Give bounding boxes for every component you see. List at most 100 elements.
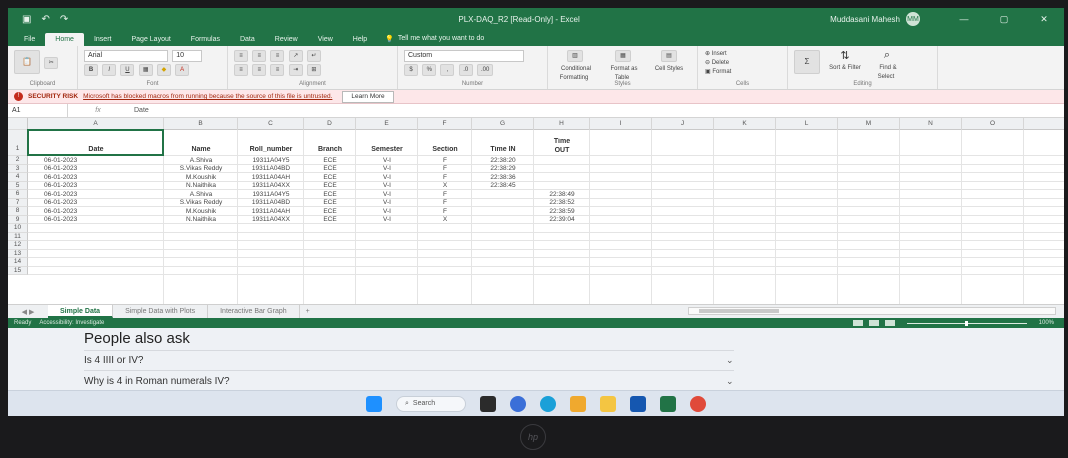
table-cell[interactable]: 22:38:20 [472,157,534,165]
row-header-15[interactable]: 15 [8,266,28,275]
table-cell[interactable]: ECE [304,191,356,199]
tab-insert[interactable]: Insert [84,33,122,46]
table-cell[interactable]: F [418,174,472,182]
table-cell[interactable]: A.Shiva [164,157,238,165]
row-header-6[interactable]: 6 [8,190,28,199]
excel-icon[interactable] [660,395,676,412]
autosum-icon[interactable]: Σ [794,50,820,74]
table-cell[interactable]: 19311A04XX [238,182,304,190]
row-header-5[interactable]: 5 [8,181,28,190]
table-cell[interactable]: 19311A04Y5 [238,157,304,165]
fill-color-icon[interactable]: ◆ [156,64,171,76]
header-section[interactable]: Section [418,146,472,154]
row-header-10[interactable]: 10 [8,224,28,233]
row-header-3[interactable]: 3 [8,164,28,173]
table-cell[interactable]: 22:38:49 [534,191,590,199]
question-item[interactable]: Why is 4 in Roman numerals IV? [84,376,230,387]
copilot-icon[interactable] [510,395,526,412]
table-cell[interactable]: 06-01-2023 [28,174,164,182]
percent-icon[interactable]: % [422,64,437,76]
name-box[interactable]: A1 [8,104,68,117]
spreadsheet-grid[interactable]: ABCDEFGHIJKLMNO 1 2 3 4 5 6 7 8 9 10 11 12 13 14 15 Dat… [8,118,1064,304]
table-cell[interactable]: 22:38:29 [472,165,534,173]
table-cell[interactable]: F [418,165,472,173]
table-cell[interactable]: V-I [356,182,418,190]
row-header-7[interactable]: 7 [8,198,28,207]
table-cell[interactable]: V-I [356,157,418,165]
row-header-12[interactable]: 12 [8,241,28,250]
table-cell[interactable]: N.Naithika [164,216,238,224]
sheet-nav-arrows-icon[interactable]: ◀ ▶ [8,308,48,316]
sheet-tab-simple-data[interactable]: Simple Data [48,305,114,318]
file-explorer-icon[interactable] [480,395,496,412]
tell-me-box[interactable]: 💡 Tell me what you want to do [377,32,492,46]
table-cell[interactable]: 06-01-2023 [28,182,164,190]
table-cell[interactable]: ECE [304,174,356,182]
column-header-f[interactable]: F [418,118,472,130]
increase-decimal-icon[interactable]: .0 [458,64,473,76]
indent-icon[interactable]: ⇥ [288,64,303,76]
normal-view-icon[interactable] [852,320,863,326]
table-cell[interactable]: 06-01-2023 [28,199,164,207]
formula-input[interactable]: Date [128,107,149,114]
folder-icon[interactable] [600,395,616,412]
redo-icon[interactable]: ↷ [60,14,68,25]
photos-icon[interactable] [570,395,586,412]
table-cell[interactable]: F [418,199,472,207]
table-cell[interactable]: A.Shiva [164,191,238,199]
align-right-icon[interactable]: ≡ [270,64,285,76]
column-header-d[interactable]: D [304,118,356,130]
start-icon[interactable] [366,395,382,412]
table-cell[interactable]: 06-01-2023 [28,208,164,216]
align-bottom-icon[interactable]: ≡ [270,50,285,62]
learn-more-button[interactable]: Learn More [342,90,394,103]
number-format-select[interactable]: Custom [404,50,524,62]
insert-button[interactable]: ⊕ Insert [703,49,782,58]
sheet-tab-interactive-bar-graph[interactable]: Interactive Bar Graph [208,305,300,318]
table-cell[interactable]: ECE [304,199,356,207]
column-header-j[interactable]: J [652,118,714,130]
column-header-m[interactable]: M [838,118,900,130]
column-header-g[interactable]: G [472,118,534,130]
table-cell[interactable]: 19311A04AH [238,174,304,182]
page-break-view-icon[interactable] [884,320,895,326]
column-header-n[interactable]: N [900,118,962,130]
table-cell[interactable]: 22:39:04 [534,216,590,224]
active-cell-selection[interactable] [27,129,164,156]
column-header-b[interactable]: B [164,118,238,130]
tab-review[interactable]: Review [265,33,308,46]
header-roll-number[interactable]: Roll_number [238,146,304,154]
align-middle-icon[interactable]: ≡ [252,50,267,62]
table-cell[interactable]: V-I [356,165,418,173]
column-header-l[interactable]: L [776,118,838,130]
currency-icon[interactable]: $ [404,64,418,76]
page-layout-view-icon[interactable] [868,320,879,326]
tab-file[interactable]: File [14,33,45,46]
table-cell[interactable]: 19311A04AH [238,208,304,216]
align-top-icon[interactable]: ≡ [234,50,248,62]
bold-button[interactable]: B [84,64,98,76]
security-message[interactable]: Microsoft has blocked macros from runnin… [83,93,332,100]
chevron-down-icon[interactable]: ⌄ [726,376,734,387]
sheet-tab-simple-data-with-plots[interactable]: Simple Data with Plots [113,305,209,318]
table-cell[interactable]: S.Vikas Reddy [164,165,238,173]
tab-home[interactable]: Home [45,33,84,46]
column-header-i[interactable]: I [590,118,652,130]
undo-icon[interactable]: ↶ [41,14,49,25]
table-cell[interactable]: M.Koushik [164,174,238,182]
decrease-decimal-icon[interactable]: .00 [476,64,494,76]
edge-icon[interactable] [540,395,556,412]
orientation-icon[interactable]: ↗ [288,50,303,62]
column-header-h[interactable]: H [534,118,590,130]
wrap-text-icon[interactable]: ↵ [306,50,321,62]
select-all-corner[interactable] [8,118,28,130]
table-cell[interactable]: 22:38:59 [534,208,590,216]
outlook-icon[interactable] [630,395,646,412]
table-cell[interactable]: 06-01-2023 [28,157,164,165]
chrome-icon[interactable] [690,395,706,412]
column-header-e[interactable]: E [356,118,418,130]
italic-button[interactable]: I [102,64,117,76]
row-header-8[interactable]: 8 [8,207,28,216]
font-color-icon[interactable]: A [175,64,190,76]
column-header-o[interactable]: O [962,118,1024,130]
